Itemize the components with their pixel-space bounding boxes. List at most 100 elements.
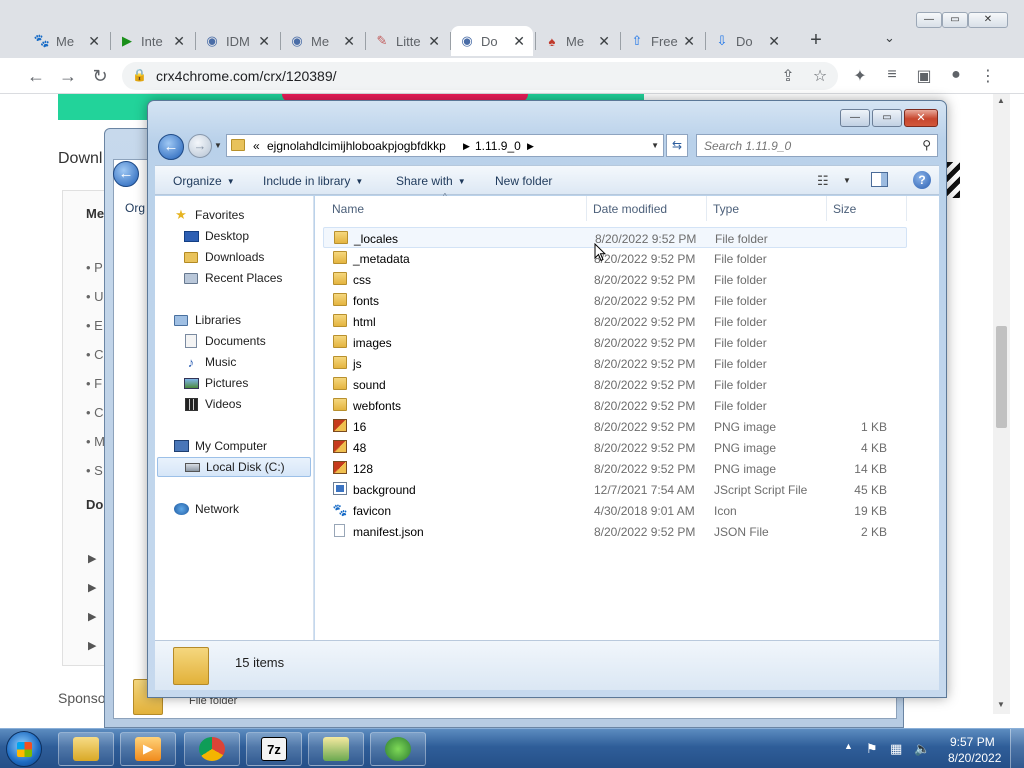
file-row[interactable]: manifest.json 8/20/2022 9:52 PM JSON File 2… [323, 521, 907, 542]
maximize-button[interactable]: ▭ [942, 12, 968, 28]
bookmark-star-icon[interactable]: ☆ [810, 66, 830, 86]
browser-tab[interactable]: ⇩ Do ✕ [706, 26, 788, 56]
browser-tab[interactable]: ▶ Inte ✕ [111, 26, 193, 56]
menu-kebab-icon[interactable]: ⋮ [978, 66, 998, 86]
change-view-icon[interactable]: ☷ [817, 173, 829, 189]
minimize-button[interactable]: — [916, 12, 942, 28]
browser-tab[interactable]: 🐾 Me ✕ [26, 26, 108, 56]
tab-close-icon[interactable]: ✕ [683, 33, 695, 50]
start-button[interactable] [6, 731, 42, 767]
file-row[interactable]: css 8/20/2022 9:52 PM File folder [323, 269, 907, 290]
expand-arrow-icon[interactable]: ▶ [88, 552, 96, 565]
scroll-up-icon[interactable]: ▲ [997, 96, 1005, 105]
side-list-item[interactable]: • U [86, 289, 104, 304]
tab-close-icon[interactable]: ✕ [88, 33, 100, 50]
file-row[interactable]: 16 8/20/2022 9:52 PM PNG image 1 KB [323, 416, 907, 437]
tab-close-icon[interactable]: ✕ [598, 33, 610, 50]
file-row[interactable]: 48 8/20/2022 9:52 PM PNG image 4 KB [323, 437, 907, 458]
nav-network[interactable]: Network [173, 499, 331, 519]
profile-avatar-icon[interactable]: ● [946, 66, 966, 84]
side-list-item[interactable]: • C [86, 405, 104, 420]
browser-tab[interactable]: ◉ IDM ✕ [196, 26, 278, 56]
preview-pane-icon[interactable] [871, 172, 888, 187]
explorer-forward-icon[interactable]: → [188, 134, 212, 158]
file-row[interactable]: html 8/20/2022 9:52 PM File folder [323, 311, 907, 332]
address-dropdown-icon[interactable]: ▼ [651, 141, 659, 150]
nav-favorites[interactable]: ★ Favorites [173, 205, 331, 225]
explorer-close-button[interactable]: ✕ [904, 109, 938, 127]
action-center-icon[interactable]: ⚑ [866, 741, 878, 757]
browser-tab[interactable]: ✎ Litte ✕ [366, 26, 448, 56]
tab-close-icon[interactable]: ✕ [428, 33, 440, 50]
tab-close-icon[interactable]: ✕ [343, 33, 355, 50]
file-row[interactable]: 128 8/20/2022 9:52 PM PNG image 14 KB [323, 458, 907, 479]
column-header-name[interactable]: ^ Name [315, 192, 587, 221]
side-list-item[interactable]: • E [86, 318, 103, 333]
scroll-thumb[interactable] [996, 326, 1007, 428]
taskbar-app-media-player[interactable]: ▶ [120, 732, 176, 766]
scroll-down-icon[interactable]: ▼ [997, 700, 1005, 709]
taskbar-app-7zip[interactable]: 7z [246, 732, 302, 766]
page-scrollbar[interactable]: ▲ ▼ [993, 94, 1010, 714]
file-row[interactable]: webfonts 8/20/2022 9:52 PM File folder [323, 395, 907, 416]
expand-arrow-icon[interactable]: ▶ [88, 639, 96, 652]
new-folder-button[interactable]: New folder [495, 174, 552, 188]
explorer-maximize-button[interactable]: ▭ [872, 109, 902, 127]
search-box[interactable]: ⚲ [696, 134, 938, 157]
refresh-icon[interactable]: ⇆ [666, 134, 688, 157]
side-list-item[interactable]: • M [86, 434, 105, 449]
file-row[interactable]: js 8/20/2022 9:52 PM File folder [323, 353, 907, 374]
reading-list-icon[interactable]: ≡ [882, 66, 902, 84]
side-panel-icon[interactable]: ▣ [914, 66, 934, 86]
search-input[interactable] [704, 138, 904, 153]
column-header-date[interactable]: Date modified [587, 196, 707, 221]
close-button[interactable]: ✕ [968, 12, 1008, 28]
tab-close-icon[interactable]: ✕ [173, 33, 185, 50]
browser-tab[interactable]: ◉ Me ✕ [281, 26, 363, 56]
file-row[interactable]: sound 8/20/2022 9:52 PM File folder [323, 374, 907, 395]
share-icon[interactable]: ⇪ [778, 66, 798, 86]
explorer-back-icon[interactable]: ← [158, 134, 184, 160]
clock-date[interactable]: 8/20/2022 [948, 751, 1001, 765]
side-list-item[interactable]: • P [86, 260, 103, 275]
taskbar-app-installer[interactable] [308, 732, 364, 766]
tab-close-icon[interactable]: ✕ [258, 33, 270, 50]
recent-pages-chevron-icon[interactable]: ▼ [214, 141, 222, 150]
explorer-address-bar[interactable]: « ejgnolahdlcimijhloboakpjogbfdkkp ▶ 1.1… [226, 134, 664, 157]
address-bar[interactable]: 🔒 crx4chrome.com/crx/120389/ [122, 62, 838, 90]
show-desktop-button[interactable] [1010, 729, 1024, 768]
side-list-item[interactable]: • S [86, 463, 103, 478]
clock-time[interactable]: 9:57 PM [950, 735, 995, 749]
taskbar-app-explorer[interactable] [58, 732, 114, 766]
breadcrumb-separator-icon[interactable]: ▶ [527, 141, 534, 152]
breadcrumb-separator-icon[interactable]: ▶ [463, 141, 470, 152]
nav-local-disk[interactable]: Local Disk (C:) [157, 457, 311, 477]
help-icon[interactable]: ? [913, 171, 931, 189]
browser-tab[interactable]: ♠ Me ✕ [536, 26, 618, 56]
expand-arrow-icon[interactable]: ▶ [88, 581, 96, 594]
file-row[interactable]: images 8/20/2022 9:52 PM File folder [323, 332, 907, 353]
organize-button[interactable]: Organize ▼ [173, 174, 235, 188]
search-icon[interactable]: ⚲ [922, 138, 931, 152]
tab-close-icon[interactable]: ✕ [768, 33, 780, 50]
back-arrow-icon[interactable]: ← [24, 64, 48, 88]
tab-close-icon[interactable]: ✕ [513, 33, 525, 50]
taskbar-app-idm[interactable] [370, 732, 426, 766]
forward-arrow-icon[interactable]: → [56, 64, 80, 88]
tab-search-icon[interactable]: ⌄ [884, 30, 895, 46]
view-dropdown-icon[interactable]: ▼ [843, 176, 851, 185]
explorer-minimize-button[interactable]: — [840, 109, 870, 127]
breadcrumb-parent[interactable]: ejgnolahdlcimijhloboakpjogbfdkkp [267, 139, 446, 153]
extensions-puzzle-icon[interactable]: ✦ [850, 66, 870, 86]
nav-libraries[interactable]: Libraries [173, 310, 331, 330]
file-row[interactable]: _locales 8/20/2022 9:52 PM File folder [323, 227, 907, 248]
side-list-item[interactable]: • F [86, 376, 102, 391]
file-row[interactable]: 🐾 favicon 4/30/2018 9:01 AM Icon 19 KB [323, 500, 907, 521]
show-hidden-icons-icon[interactable]: ▲ [844, 741, 853, 751]
breadcrumb-overflow[interactable]: « [253, 139, 260, 153]
back-window-back-icon[interactable]: ← [113, 161, 139, 187]
side-list-item[interactable]: • C [86, 347, 104, 362]
column-header-type[interactable]: Type [707, 196, 827, 221]
file-row[interactable]: _metadata 8/20/2022 9:52 PM File folder [323, 248, 907, 269]
nav-my-computer[interactable]: My Computer [173, 436, 331, 456]
